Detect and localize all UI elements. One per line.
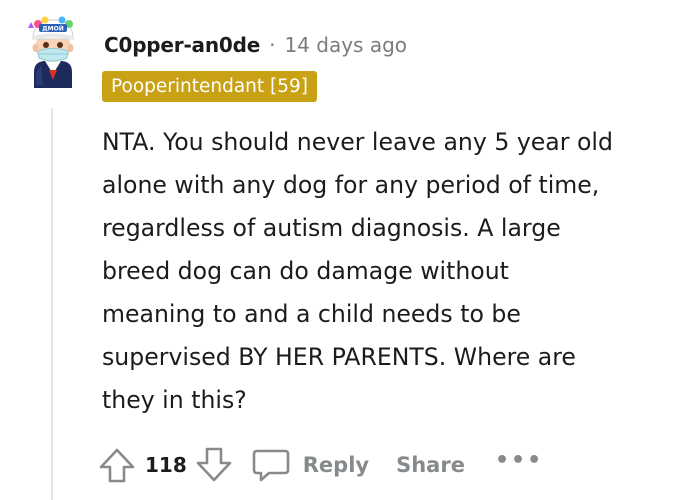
comment-body-line: meaning to and a child needs to be: [102, 300, 521, 328]
share-button[interactable]: Share: [396, 453, 465, 477]
username-link[interactable]: C0pper-an0de: [104, 33, 260, 57]
comment-body-line: breed dog can do damage without: [102, 257, 509, 285]
avatar-hat-text: ДМОЙ: [42, 25, 63, 33]
vote-score: 118: [145, 453, 187, 477]
reply-label: Reply: [302, 453, 370, 477]
thread-line[interactable]: [51, 108, 53, 500]
comment-body-line: alone with any dog for any period of tim…: [102, 171, 600, 199]
comment-action-bar: 118 Reply Share •••: [98, 442, 543, 488]
timestamp-link[interactable]: 14 days ago: [284, 33, 407, 57]
ellipsis-icon[interactable]: •••: [495, 448, 543, 473]
avatar[interactable]: ДМОЙ: [22, 12, 84, 94]
comment: ДМОЙ C0pper-an0de · 14 days ago Pooperin…: [0, 0, 700, 500]
arrow-down-icon: [196, 447, 232, 482]
comment-header: C0pper-an0de · 14 days ago: [104, 30, 407, 60]
comment-body-line: regardless of autism diagnosis. A large: [102, 214, 561, 242]
comment-body-line: NTA. You should never leave any 5 year o…: [102, 128, 613, 156]
snoo-avatar-icon: ДМОЙ: [28, 16, 74, 88]
separator-dot: ·: [269, 33, 276, 57]
arrow-up-icon: [99, 448, 135, 483]
downvote-button[interactable]: [195, 446, 233, 484]
user-flair: Pooperintendant [59]: [102, 71, 318, 102]
comment-body: NTA. You should never leave any 5 year o…: [102, 121, 682, 422]
comment-body-line: supervised BY HER PARENTS. Where are: [102, 343, 576, 371]
reply-button[interactable]: Reply: [251, 446, 369, 484]
comment-body-line: they in this?: [102, 386, 247, 414]
speech-bubble-icon: [252, 449, 290, 482]
upvote-button[interactable]: [98, 446, 136, 484]
